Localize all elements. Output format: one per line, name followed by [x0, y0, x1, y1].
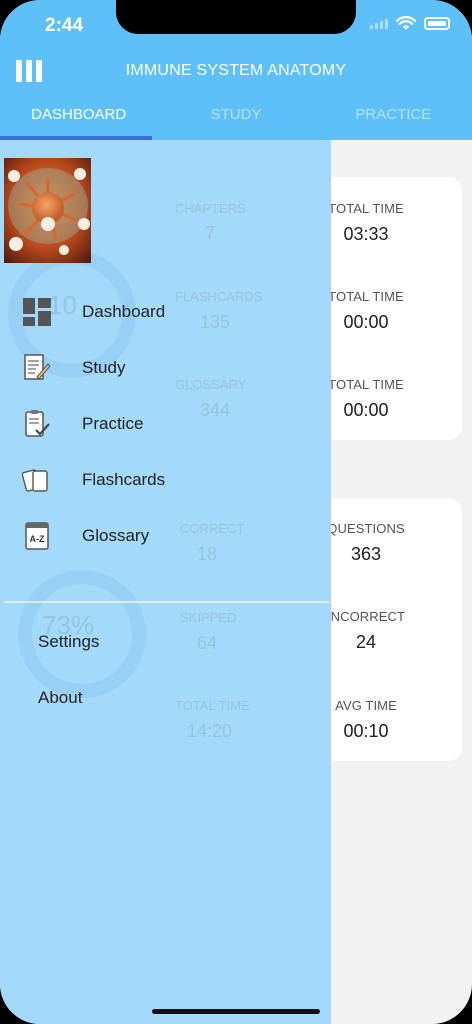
drawer-item-study[interactable]: Study	[22, 348, 125, 388]
drawer-divider	[4, 601, 329, 603]
status-time: 2:44	[45, 15, 84, 36]
faded-label: CORRECT	[180, 521, 245, 536]
drawer-item-label: Flashcards	[82, 470, 166, 489]
glossary-icon: A-Z	[22, 520, 52, 552]
tab-bar: DASHBOARD STUDY PRACTICE	[0, 100, 472, 140]
device-notch	[116, 0, 356, 34]
drawer-item-flashcards[interactable]: Flashcards	[22, 460, 165, 500]
progress-percent-faded: 10	[48, 290, 77, 320]
practice-icon	[22, 408, 52, 440]
app-header: 2:44 IMMUNE SYSTEM ANATOMY DASHBOARD STU…	[0, 0, 472, 140]
faded-label: GLOSSARY	[175, 377, 247, 392]
wifi-icon	[396, 16, 416, 30]
drawer-item-label: Dashboard	[82, 302, 166, 321]
faded-value: 135	[200, 312, 231, 332]
faded-value: 7	[205, 223, 216, 243]
study-icon	[22, 352, 52, 384]
dashboard-icon	[22, 296, 52, 328]
cellular-signal-icon	[370, 18, 388, 29]
faded-value: 64	[197, 633, 218, 653]
app-title: IMMUNE SYSTEM ANATOMY	[125, 62, 347, 79]
tab-practice[interactable]: PRACTICE	[315, 100, 472, 140]
drawer-item-glossary[interactable]: A-Z Glossary	[22, 516, 149, 556]
faded-label: FLASHCARDS	[175, 289, 263, 304]
svg-text:A-Z: A-Z	[30, 534, 45, 544]
navigation-drawer: 10 73% CHAPTERS 7 FLASHCARDS 135 GLOSSAR…	[0, 140, 331, 1024]
drawer-item-dashboard[interactable]: Dashboard	[22, 292, 165, 332]
phone-screen: 2:44 IMMUNE SYSTEM ANATOMY DASHBOARD STU…	[0, 0, 472, 1024]
drawer-item-practice[interactable]: Practice	[22, 404, 143, 444]
drawer-item-label: Practice	[82, 414, 144, 433]
faded-label: CHAPTERS	[175, 201, 246, 216]
flashcards-icon	[22, 464, 52, 496]
tab-study[interactable]: STUDY	[157, 100, 314, 140]
drawer-item-about[interactable]: About	[38, 688, 82, 708]
status-icons	[370, 16, 450, 31]
home-indicator[interactable]	[152, 1009, 320, 1014]
drawer-item-settings[interactable]: Settings	[38, 632, 99, 652]
drawer-item-label: Glossary	[82, 526, 150, 545]
battery-icon	[424, 17, 450, 30]
faded-label: SKIPPED	[180, 610, 237, 625]
drawer-item-label: Study	[82, 358, 126, 377]
faded-value: 18	[197, 544, 218, 564]
virus-illustration	[4, 158, 91, 263]
tab-dashboard[interactable]: DASHBOARD	[0, 100, 157, 140]
faded-value: 344	[200, 400, 231, 420]
app-avatar	[4, 158, 91, 263]
faded-value: 14:20	[187, 721, 233, 741]
faded-label: TOTAL TIME	[175, 698, 250, 713]
